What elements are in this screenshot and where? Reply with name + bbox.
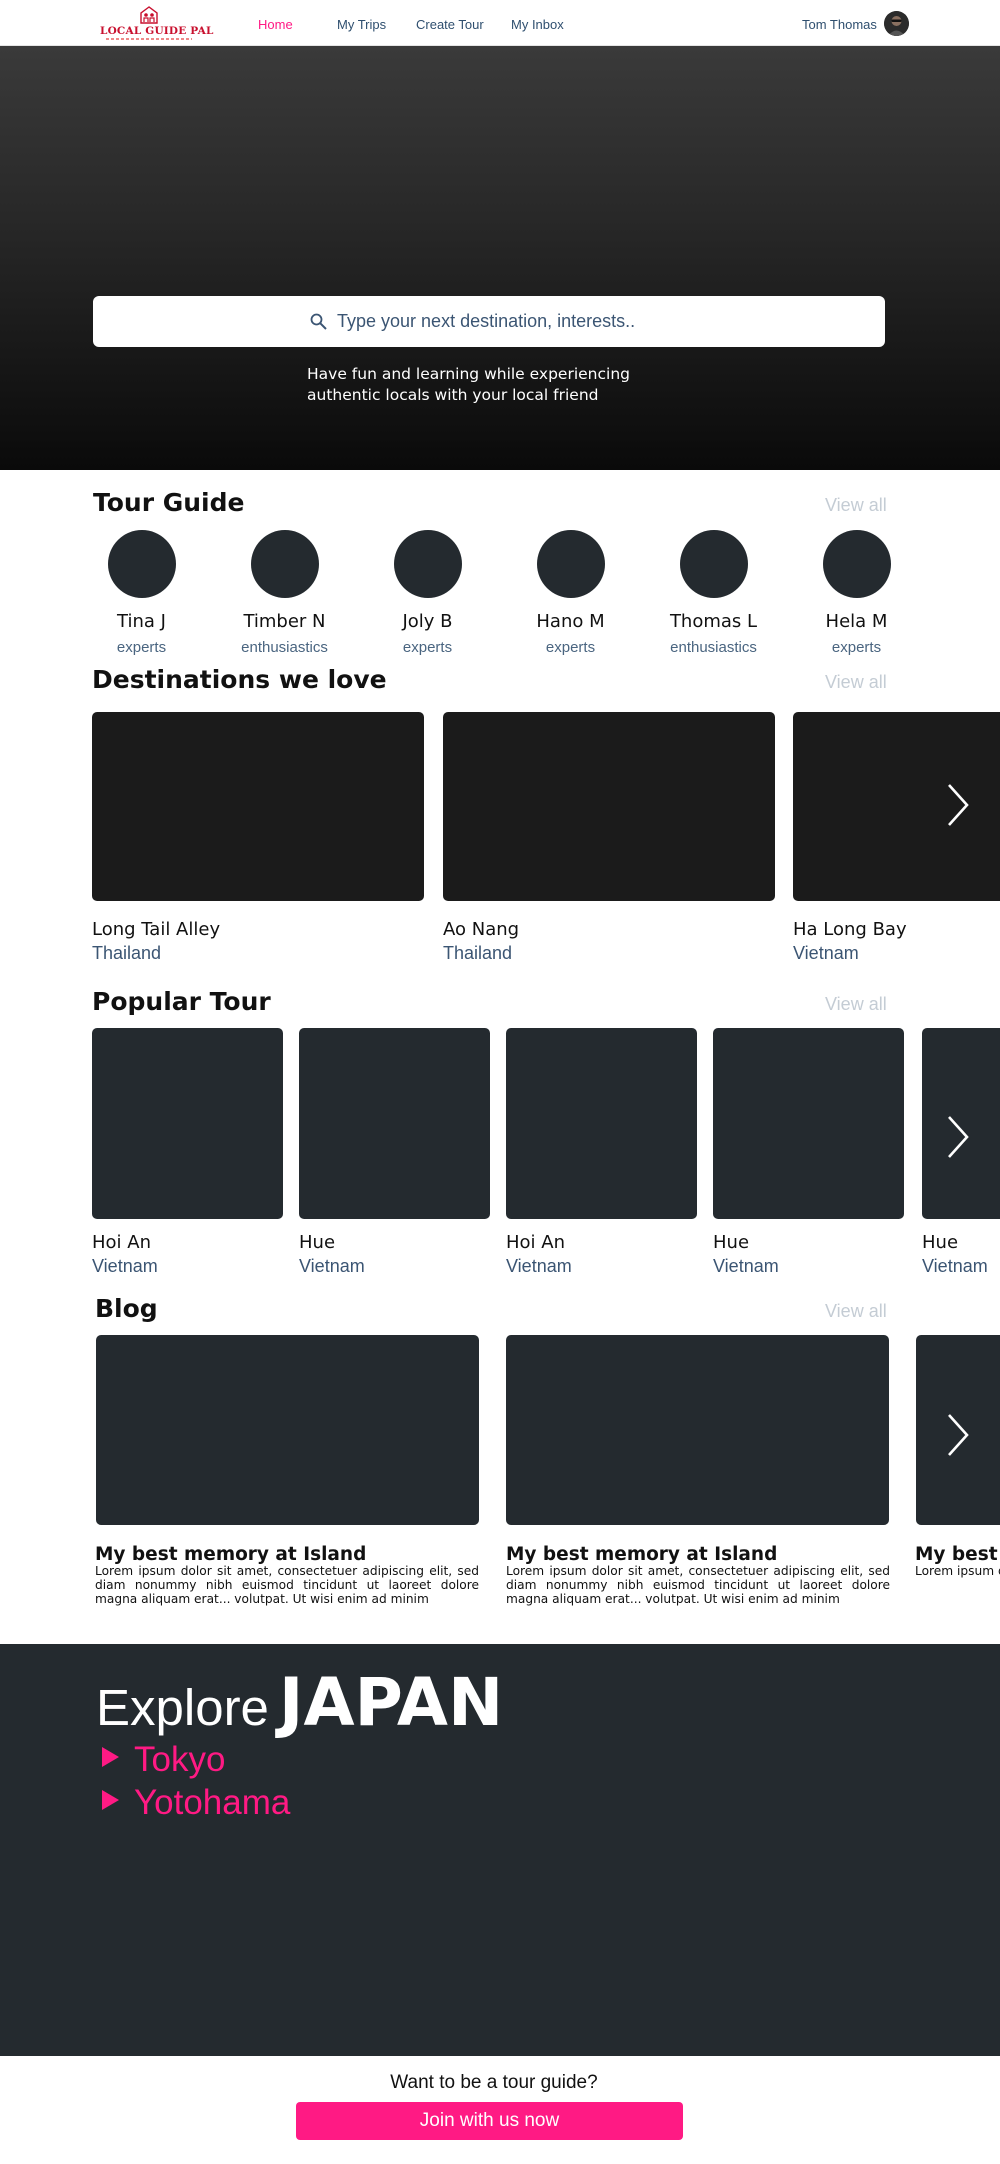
guide-name: Joly B [402,611,453,632]
guide-card[interactable]: Joly B experts [356,530,499,656]
tagline-line-2: authentic locals with your local friend [307,386,599,404]
triangle-right-icon [102,1790,119,1810]
search-placeholder: Type your next destination, interests.. [337,311,636,331]
blog-post-title[interactable]: My best memory at Island [506,1544,777,1565]
logo-underline [106,38,192,40]
guide-card[interactable]: Hela M experts [785,530,928,656]
tour-image[interactable] [713,1028,904,1219]
tour-name[interactable]: Hoi An [92,1232,151,1253]
tour-image[interactable] [92,1028,283,1219]
guide-cta-question: Want to be a tour guide? [390,2072,598,2093]
tour-name[interactable]: Hoi An [506,1232,565,1253]
guide-avatar [107,530,176,598]
guide-avatar [536,530,605,598]
blog-image[interactable] [506,1335,889,1525]
guide-card[interactable]: Timber N enthusiastics [213,530,356,656]
tour-image[interactable] [506,1028,697,1219]
destination-name[interactable]: Ha Long Bay [793,919,907,940]
city-name: Yotohama [134,1783,291,1822]
city-name: Tokyo [134,1740,226,1779]
hero-banner: Type your next destination, interests.. … [0,46,1000,470]
tour-name[interactable]: Hue [713,1232,749,1253]
guide-avatar [250,530,319,598]
guide-role: experts [116,639,167,656]
chevron-right-icon[interactable] [945,1412,971,1458]
view-all-tour-guide[interactable]: View all [825,495,887,516]
guide-avatar [393,530,462,598]
view-all-blog[interactable]: View all [825,1301,887,1322]
tour-name[interactable]: Hue [299,1232,335,1253]
avatar[interactable] [884,11,909,36]
destination-name[interactable]: Long Tail Alley [92,919,220,940]
destination-image[interactable] [443,712,775,901]
logo-text: LOCAL GUIDE PAL [100,25,214,37]
view-all-popular-tour[interactable]: View all [825,994,887,1015]
explore-word: Explore [96,1679,269,1736]
guide-name: Timber N [243,611,326,632]
user-photo-icon [884,11,909,36]
tour-country: Vietnam [713,1256,779,1276]
search-input[interactable]: Type your next destination, interests.. [93,296,885,347]
tour-country: Vietnam [92,1256,158,1276]
tour-country: Vietnam [922,1256,988,1276]
guide-name: Hela M [825,611,888,632]
guide-card[interactable]: Thomas L enthusiastics [642,530,785,656]
city-link-tokyo[interactable]: Tokyo [102,1740,225,1780]
explore-heading: Explore JAPAN [96,1664,503,1741]
chevron-right-icon[interactable] [945,782,971,828]
tour-country: Vietnam [299,1256,365,1276]
explore-country: JAPAN [278,1664,504,1741]
guide-card[interactable]: Tina J experts [70,530,213,656]
top-nav: LOCAL GUIDE PAL Home My Trips Create Tou… [0,0,1000,46]
nav-my-trips[interactable]: My Trips [337,17,386,32]
user-name[interactable]: Tom Thomas [802,17,877,32]
guide-role: experts [831,639,882,656]
site-logo[interactable]: LOCAL GUIDE PAL [100,6,214,42]
guide-name: Thomas L [669,611,758,632]
tour-country: Vietnam [506,1256,572,1276]
tour-image[interactable] [299,1028,490,1219]
join-button[interactable]: Join with us now [296,2102,683,2140]
blog-post-excerpt: Lorem ipsum dolor sit amet, consectetuer… [95,1564,479,1606]
guide-role: experts [545,639,596,656]
blog-image[interactable] [96,1335,479,1525]
view-all-destinations[interactable]: View all [825,672,887,693]
section-title-tour-guide: Tour Guide [93,488,245,517]
hero-tagline: Have fun and learning while experiencing… [307,364,707,406]
destination-country: Thailand [92,943,162,963]
search-icon [310,313,327,330]
destination-image[interactable] [92,712,424,901]
blog-post-title[interactable]: My best memory at Island [915,1544,1000,1565]
chevron-right-icon[interactable] [945,1114,971,1160]
guide-name: Tina J [117,611,166,632]
blog-post-excerpt: Lorem ipsum dolor sit amet, consectetuer… [506,1564,890,1606]
nav-my-inbox[interactable]: My Inbox [511,17,564,32]
city-link-yotohama[interactable]: Yotohama [102,1783,290,1823]
destination-name[interactable]: Ao Nang [443,919,519,940]
blog-post-excerpt: Lorem ipsum dolor sit amet, consectetuer… [915,1564,1000,1578]
guide-role: enthusiastics [241,639,328,656]
destination-country: Thailand [443,943,513,963]
nav-home[interactable]: Home [258,17,293,32]
house-people-icon [140,6,158,24]
guide-name: Hano M [536,611,605,632]
destination-country: Vietnam [793,943,859,963]
guide-card[interactable]: Hano M experts [499,530,642,656]
nav-create-tour[interactable]: Create Tour [416,17,484,32]
tour-name[interactable]: Hue [922,1232,958,1253]
section-title-popular-tour: Popular Tour [92,987,271,1016]
explore-banner: Explore JAPAN Tokyo Yotohama [0,1644,1000,2056]
tagline-line-1: Have fun and learning while experiencing [307,365,630,383]
section-title-blog: Blog [95,1294,158,1323]
guide-role: enthusiastics [670,639,757,656]
guide-role: experts [402,639,453,656]
blog-post-title[interactable]: My best memory at Island [95,1544,366,1565]
triangle-right-icon [102,1747,119,1767]
guide-avatar [822,530,891,598]
section-title-destinations: Destinations we love [92,665,387,694]
guide-avatar [679,530,748,598]
